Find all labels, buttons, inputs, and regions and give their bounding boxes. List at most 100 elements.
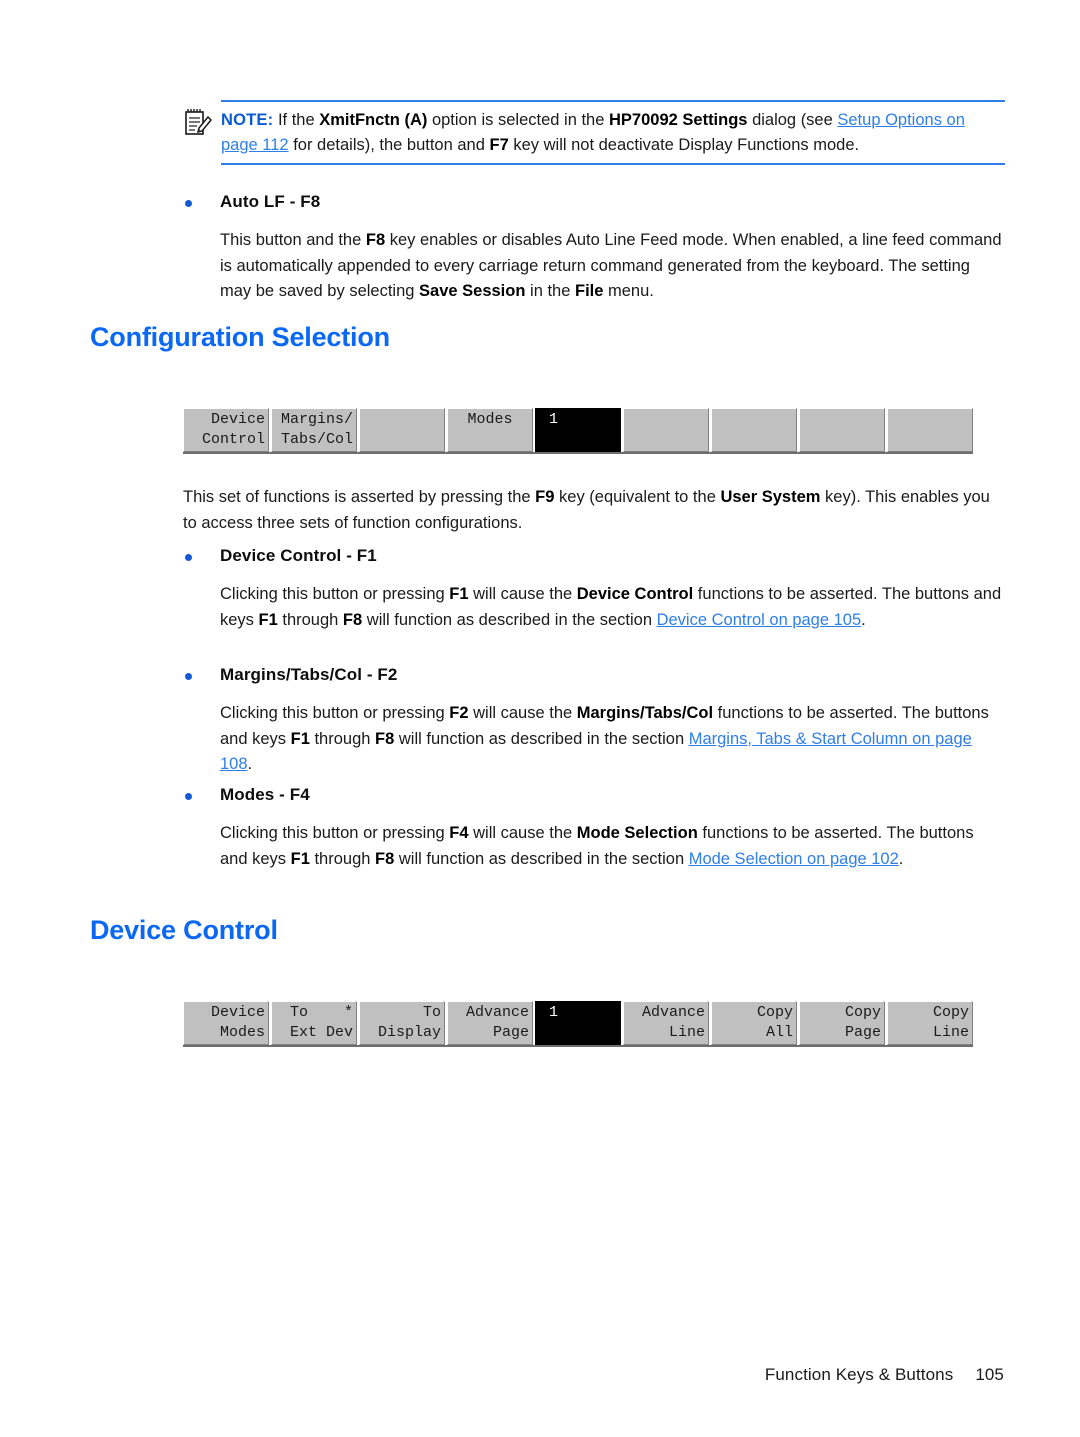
auto-lf-text-4: menu.	[603, 282, 654, 301]
paragraph-margins-tabs-col-f2: Clicking this button or pressing F2 will…	[220, 701, 1005, 778]
function-key-1-line-2: Control	[201, 431, 265, 448]
function-key-5-line-1: 1 1	[549, 1004, 589, 1021]
function-key-6-line-1: Advance	[641, 1004, 705, 1021]
document-page: NOTE: If the XmitFnctn (A) option is sel…	[0, 0, 1080, 1437]
footer-label: Function Keys & Buttons	[764, 1365, 954, 1384]
config-intro-text-1: This set of functions is asserted by pre…	[183, 488, 536, 506]
dcf1-text-1: Clicking this button or pressing	[220, 585, 450, 603]
modes-text-5: will function as described in the sectio…	[394, 849, 689, 868]
modes-text-1: Clicking this button or pressing	[220, 824, 450, 842]
function-key-8-line-2: Page	[844, 1024, 881, 1041]
heading-configuration-selection: Configuration Selection	[90, 322, 390, 352]
auto-lf-bold-file: File	[574, 282, 604, 301]
note-pad-pencil-icon	[183, 108, 213, 138]
function-key-8[interactable]	[799, 408, 885, 452]
modes-bold-mode-selection: Mode Selection	[576, 824, 698, 842]
function-key-8[interactable]: Copy Page	[799, 1001, 885, 1045]
note-bold-hp70092-settings: HP70092 Settings	[609, 111, 748, 129]
modes-bold-f4: F4	[449, 824, 469, 842]
function-key-9[interactable]	[887, 408, 973, 452]
device-control-function-key-bar[interactable]: Device Modes To * Ext Dev To Display Advance Pa…	[183, 1001, 973, 1047]
dcf1-bold-f1b: F1	[258, 610, 278, 629]
dcf1-text-5: will function as described in the sectio…	[362, 610, 657, 629]
function-key-9-line-2: Line	[932, 1024, 969, 1041]
bullet-heading-modes-f4: Modes - F4	[185, 785, 310, 805]
function-key-9-line-2	[891, 430, 969, 450]
auto-lf-bold-f8: F8	[365, 231, 386, 249]
function-key-5[interactable]: 1 1	[535, 408, 621, 452]
function-key-2-line-1: To *	[289, 1004, 353, 1021]
function-key-3-line-1	[363, 410, 441, 430]
note-label: NOTE:	[221, 111, 274, 129]
mtc-bold-f2: F2	[449, 704, 469, 722]
function-key-5-line-2	[539, 430, 617, 450]
dcf1-bold-f1: F1	[449, 585, 469, 603]
function-key-9[interactable]: Copy Line	[887, 1001, 973, 1045]
config-intro-bold-f9: F9	[535, 488, 555, 506]
bullet-dot-icon	[185, 673, 192, 680]
function-key-1[interactable]: Device Control	[183, 408, 269, 452]
function-key-5[interactable]: 1 1	[535, 1001, 621, 1045]
function-key-5-line-2	[539, 1023, 617, 1043]
config-intro-text-2: key (equivalent to the	[554, 488, 721, 506]
function-key-4-line-1: Advance	[465, 1004, 529, 1021]
config-intro-bold-user-system: User System	[720, 488, 821, 506]
function-key-3[interactable]: To Display	[359, 1001, 445, 1045]
function-key-4[interactable]: Advance Page	[447, 1001, 533, 1045]
function-key-8-line-1: Copy	[844, 1004, 881, 1021]
function-key-7-line-1: Copy	[756, 1004, 793, 1021]
note-bold-f7: F7	[489, 136, 509, 155]
link-mode-selection-page-102[interactable]: Mode Selection on page 102	[689, 850, 899, 868]
page-footer: Function Keys & Buttons 105	[765, 1365, 1004, 1385]
function-key-6-line-2: Line	[668, 1024, 705, 1041]
note-text-5: key will not deactivate Display Function…	[508, 136, 860, 155]
function-key-9-line-1	[891, 410, 969, 430]
bullet-dot-icon	[185, 793, 192, 800]
function-key-1-line-1: Device	[210, 411, 265, 428]
function-key-4-line-1: Modes	[467, 411, 513, 428]
function-key-4[interactable]: Modes	[447, 408, 533, 452]
mtc-bold-f8: F8	[375, 729, 395, 748]
function-key-7[interactable]: Copy All	[711, 1001, 797, 1045]
mtc-text-2: will cause the	[468, 704, 577, 722]
link-device-control-page-105[interactable]: Device Control on page 105	[657, 611, 862, 629]
function-key-2[interactable]: Margins/Tabs/Col	[271, 408, 357, 452]
note-text-3: dialog (see	[747, 111, 838, 129]
function-key-6[interactable]: Advance Line	[623, 1001, 709, 1045]
mtc-bold-f1: F1	[290, 729, 310, 748]
paragraph-modes-f4: Clicking this button or pressing F4 will…	[220, 821, 1005, 872]
bullet-heading-device-control-f1: Device Control - F1	[185, 546, 377, 566]
function-key-2[interactable]: To * Ext Dev	[271, 1001, 357, 1045]
modes-text-4: through	[309, 849, 376, 868]
function-key-3-line-2	[363, 430, 441, 450]
note-text-4: for details), the button and	[288, 136, 490, 155]
bullet-heading-auto-lf-label: Auto LF - F8	[220, 192, 321, 211]
function-key-7-line-2	[715, 430, 793, 450]
bullet-heading-auto-lf: Auto LF - F8	[185, 192, 321, 212]
function-key-3-line-1: To	[422, 1004, 441, 1021]
mtc-bold-margins-tabs-col: Margins/Tabs/Col	[576, 704, 714, 722]
function-key-2-line-1: Margins/	[280, 411, 353, 428]
configuration-selection-function-key-bar[interactable]: Device Control Margins/Tabs/Col Modes 1 1	[183, 408, 973, 454]
function-key-1[interactable]: Device Modes	[183, 1001, 269, 1045]
function-key-2-line-2: Ext Dev	[289, 1024, 353, 1041]
function-key-7[interactable]	[711, 408, 797, 452]
dcf1-bold-f8: F8	[342, 610, 363, 629]
function-key-4-line-2	[451, 430, 529, 450]
note-text-2: option is selected in the	[427, 111, 609, 129]
function-key-3[interactable]	[359, 408, 445, 452]
modes-text-2: will cause the	[468, 824, 577, 842]
function-key-6[interactable]	[623, 408, 709, 452]
function-key-7-line-2: All	[765, 1024, 793, 1041]
function-key-6-line-2	[627, 430, 705, 450]
paragraph-configuration-intro: This set of functions is asserted by pre…	[183, 485, 1005, 536]
function-key-3-line-2: Display	[377, 1024, 441, 1041]
footer-page-number: 105	[975, 1365, 1004, 1384]
function-key-9-line-1: Copy	[932, 1004, 969, 1021]
note-callout: NOTE: If the XmitFnctn (A) option is sel…	[183, 100, 1005, 166]
auto-lf-text-1: This button and the	[220, 231, 366, 249]
bullet-heading-margins-tabs-col-f2: Margins/Tabs/Col - F2	[185, 665, 397, 685]
bullet-dot-icon	[185, 200, 192, 207]
modes-text-6: .	[898, 849, 904, 868]
function-key-6-line-1	[627, 410, 705, 430]
